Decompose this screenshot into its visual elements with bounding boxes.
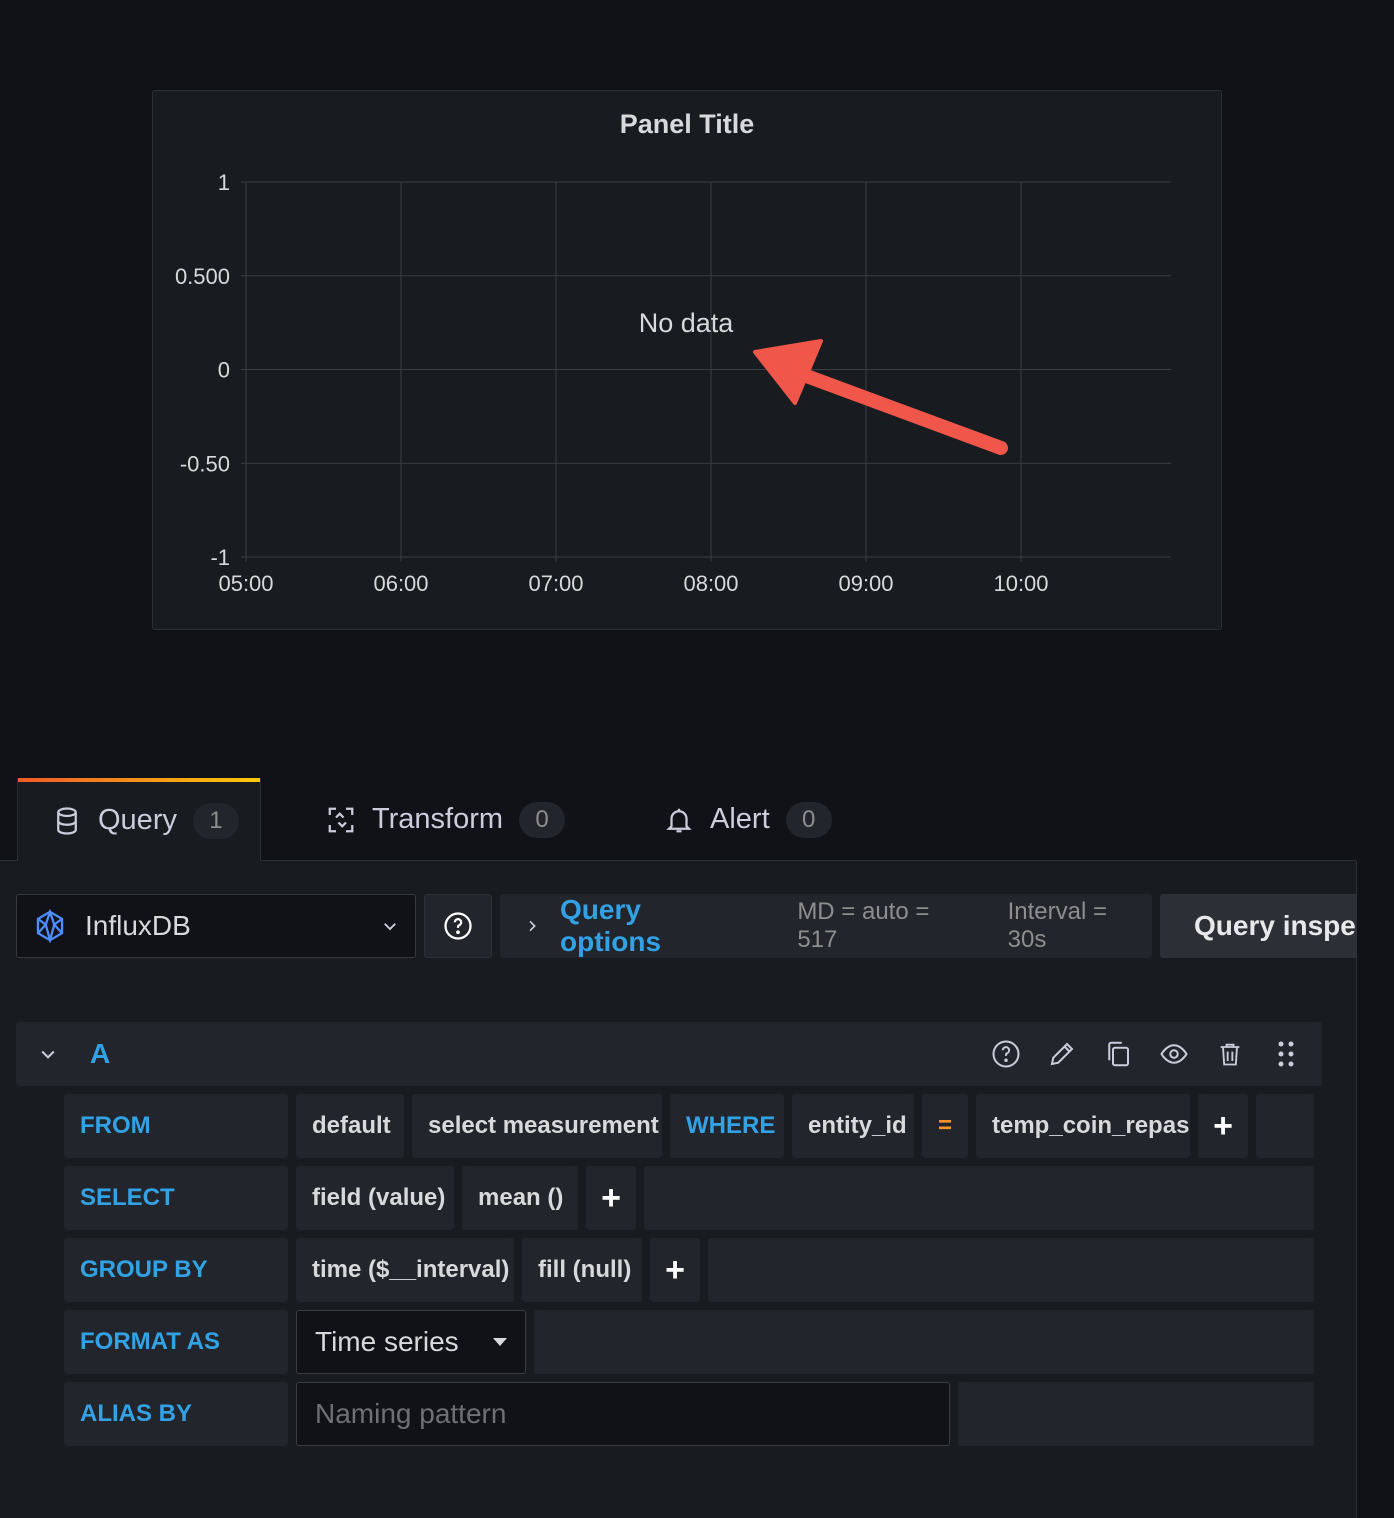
bell-icon	[664, 805, 694, 835]
query-row-header: A	[16, 1022, 1322, 1086]
query-inspector-button[interactable]: Query inspector	[1160, 894, 1356, 958]
database-icon	[52, 806, 82, 836]
eye-icon[interactable]	[1158, 1038, 1190, 1070]
query-ref-id[interactable]: A	[90, 1038, 110, 1070]
format-as-value: Time series	[315, 1326, 459, 1357]
group-row-filler	[708, 1238, 1314, 1302]
x-tick-label: 06:00	[373, 571, 428, 596]
add-group-by-button[interactable]: +	[650, 1238, 700, 1302]
where-operator-segment[interactable]: =	[922, 1094, 968, 1158]
group-by-keyword: GROUP BY	[64, 1238, 288, 1302]
question-circle-icon[interactable]	[990, 1038, 1022, 1070]
chevron-down-icon[interactable]	[38, 1044, 58, 1064]
from-policy-segment[interactable]: default	[296, 1094, 404, 1158]
from-row-filler	[1256, 1094, 1314, 1158]
where-keyword: WHERE	[670, 1094, 784, 1158]
query-options-label: Query options	[560, 894, 662, 957]
where-key-segment[interactable]: entity_id	[792, 1094, 914, 1158]
datasource-help-button[interactable]	[424, 894, 492, 958]
select-row-filler	[644, 1166, 1314, 1230]
format-row-filler	[534, 1310, 1314, 1374]
alias-by-input[interactable]	[296, 1382, 950, 1446]
drag-handle-icon[interactable]	[1270, 1038, 1302, 1070]
from-measurement-segment[interactable]: select measurement	[412, 1094, 662, 1158]
format-as-select[interactable]: Time series	[296, 1310, 526, 1374]
query-options-toggle[interactable]: Query options MD = auto = 517 Interval =…	[500, 894, 1152, 958]
from-keyword: FROM	[64, 1094, 288, 1158]
trash-icon[interactable]	[1214, 1038, 1246, 1070]
y-tick-label: 1	[218, 170, 230, 195]
y-tick-label: 0	[218, 358, 230, 383]
tab-label: Transform	[372, 803, 504, 835]
alias-by-keyword: ALIAS BY	[64, 1382, 288, 1446]
max-datapoints: MD = auto = 517	[797, 898, 930, 953]
y-tick-label: 0.500	[175, 264, 230, 289]
x-tick-label: 07:00	[528, 571, 583, 596]
select-function-segment[interactable]: mean ()	[462, 1166, 578, 1230]
add-where-button[interactable]: +	[1198, 1094, 1248, 1158]
alias-row-filler	[958, 1382, 1314, 1446]
question-circle-icon	[443, 911, 473, 941]
graph-panel: Panel Title 1 0.500 0 -0.50 -1 05:00 06:00 07:0…	[152, 90, 1222, 630]
transform-icon	[326, 805, 356, 835]
tab-query[interactable]: Query 1	[17, 778, 261, 862]
format-as-keyword: FORMAT AS	[64, 1310, 288, 1374]
caret-down-icon	[493, 1338, 507, 1346]
group-fill-segment[interactable]: fill (null)	[522, 1238, 642, 1302]
tab-alert[interactable]: Alert 0	[664, 778, 832, 861]
select-field-segment[interactable]: field (value)	[296, 1166, 454, 1230]
copy-icon[interactable]	[1102, 1038, 1134, 1070]
influxdb-icon	[33, 909, 67, 943]
tab-label: Alert	[710, 803, 770, 835]
where-value-segment[interactable]: temp_coin_repas	[976, 1094, 1190, 1158]
no-data-message: No data	[639, 308, 735, 338]
datasource-picker[interactable]: InfluxDB	[16, 894, 416, 958]
y-tick-label: -1	[210, 545, 230, 570]
scroll-gutter	[1356, 861, 1394, 1518]
add-select-button[interactable]: +	[586, 1166, 636, 1230]
annotation-arrow-shaft	[794, 367, 1008, 455]
x-tick-label: 10:00	[993, 571, 1048, 596]
x-tick-label: 09:00	[838, 571, 893, 596]
editor-tabs: Query 1 Transform 0 Alert 0	[0, 778, 1356, 862]
pencil-icon[interactable]	[1046, 1038, 1078, 1070]
group-time-segment[interactable]: time ($__interval)	[296, 1238, 514, 1302]
y-tick-label: -0.50	[180, 451, 230, 476]
interval: Interval = 30s	[1007, 898, 1108, 953]
datasource-name: InfluxDB	[85, 910, 191, 941]
time-series-chart: 1 0.500 0 -0.50 -105:00 06:00 07:00 08:00 09:00 1…	[175, 170, 1171, 596]
tab-counter: 0	[785, 801, 832, 838]
tab-counter: 1	[192, 802, 239, 839]
tab-counter: 0	[519, 801, 566, 838]
chevron-right-icon	[524, 918, 540, 934]
x-tick-label: 08:00	[683, 571, 738, 596]
chevron-down-icon	[381, 917, 399, 935]
tab-transform[interactable]: Transform 0	[326, 778, 566, 861]
x-tick-label: 05:00	[218, 571, 273, 596]
tab-label: Query	[98, 804, 177, 836]
select-keyword: SELECT	[64, 1166, 288, 1230]
